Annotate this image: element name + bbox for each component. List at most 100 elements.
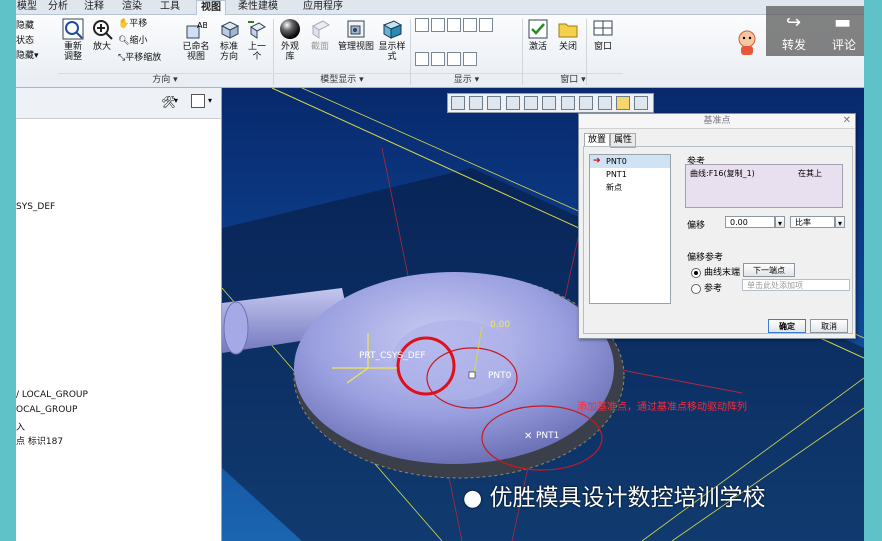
- tab-analysis[interactable]: 分析: [44, 0, 72, 14]
- pan-label: 平移: [129, 19, 148, 29]
- tab-model[interactable]: 模型: [16, 0, 38, 14]
- axis-display-icon[interactable]: [431, 18, 445, 32]
- csys-display-icon[interactable]: [463, 18, 477, 32]
- reference-collector[interactable]: 曲线:F16(复制_1) 在其上: [685, 164, 843, 208]
- cut-label-3[interactable]: 隐藏▾: [16, 50, 39, 62]
- csys-label: PRT_CSYS_DEF: [359, 351, 426, 361]
- axis-tag-icon[interactable]: [431, 52, 445, 66]
- datum-display-icon[interactable]: [598, 96, 612, 110]
- point-tag-icon[interactable]: [447, 52, 461, 66]
- repaint-icon[interactable]: [506, 96, 520, 110]
- windows-button[interactable]: 窗口: [591, 18, 615, 52]
- offset-input[interactable]: 0.00: [725, 216, 775, 228]
- cut-label-2[interactable]: 状态: [16, 35, 34, 47]
- point-item-new[interactable]: 新点: [590, 181, 670, 194]
- spin-center-icon[interactable]: [634, 96, 648, 110]
- forward-label[interactable]: 转发: [782, 36, 806, 53]
- display-toggles-row2: [415, 52, 479, 66]
- reference-value[interactable]: 曲线:F16(复制_1): [690, 168, 755, 179]
- perspective-icon[interactable]: [579, 96, 593, 110]
- display-style-button[interactable]: 显示样式: [378, 18, 406, 62]
- close-icon[interactable]: ✕: [843, 115, 851, 126]
- plane-display-icon[interactable]: [415, 18, 429, 32]
- radio-selected-icon[interactable]: [691, 267, 701, 278]
- manage-views-button[interactable]: 管理视图: [338, 18, 374, 52]
- point-list[interactable]: ➔ PNT0 PNT1 新点: [589, 154, 671, 304]
- chevron-down-icon[interactable]: ▾: [835, 216, 845, 228]
- plane-tag-icon[interactable]: [415, 52, 429, 66]
- tab-view[interactable]: 视图: [196, 0, 226, 15]
- offset-dimension-label[interactable]: 0.00: [490, 320, 510, 330]
- section-label: 截面: [310, 42, 329, 52]
- display-toggles-row1: [415, 18, 495, 32]
- tab-flexible-modeling[interactable]: 柔性建模: [232, 0, 284, 14]
- tab-placement[interactable]: 放置: [584, 133, 611, 147]
- activate-label: 激活: [528, 42, 547, 52]
- zoom-out-icon[interactable]: [487, 96, 501, 110]
- curve-end-option[interactable]: 曲线末端: [691, 265, 740, 278]
- standard-orientation-button[interactable]: 标准方向: [216, 18, 242, 62]
- activate-icon: [528, 19, 548, 39]
- tree-item[interactable]: OCAL_GROUP: [16, 405, 77, 415]
- radio-icon[interactable]: [691, 283, 701, 294]
- cancel-button[interactable]: 取消: [810, 319, 848, 333]
- appearance-gallery-button[interactable]: 外观库: [278, 18, 302, 62]
- offset-reference-label: 偏移参考: [687, 253, 724, 263]
- pnt0-label: PNT0: [488, 371, 512, 381]
- comment-label[interactable]: 评论: [832, 36, 856, 53]
- previous-view-button[interactable]: 上一个: [246, 18, 268, 62]
- tab-applications[interactable]: 应用程序: [298, 0, 348, 14]
- tab-tools[interactable]: 工具: [156, 0, 184, 14]
- section-icon: [312, 20, 330, 39]
- pan-icon: ✋: [118, 19, 130, 29]
- reference-option[interactable]: 参考: [691, 281, 722, 294]
- group-label-model-display[interactable]: 模型显示 ▾: [274, 73, 410, 87]
- chevron-down-icon[interactable]: ▾: [208, 96, 212, 105]
- tree-item[interactable]: 入: [16, 420, 25, 433]
- point-item-pnt0[interactable]: ➔ PNT0: [590, 155, 670, 168]
- saved-orientations-icon[interactable]: [542, 96, 556, 110]
- windows-label: 窗口: [593, 42, 612, 52]
- tree-item[interactable]: 点 标识187: [16, 434, 63, 447]
- group-label-orientation[interactable]: 方向 ▾: [58, 73, 272, 87]
- pan-button[interactable]: ✋平移: [118, 18, 147, 30]
- csys-tag-icon[interactable]: [463, 52, 477, 66]
- pan-zoom-button[interactable]: ⤡平移缩放: [118, 52, 161, 64]
- group-label-window[interactable]: 窗口 ▾: [523, 73, 623, 87]
- tree-item[interactable]: SYS_DEF: [16, 202, 55, 212]
- spin-center-icon[interactable]: [479, 18, 493, 32]
- reference-type[interactable]: 在其上: [798, 168, 822, 179]
- refit-icon[interactable]: [451, 96, 465, 110]
- chevron-down-icon[interactable]: ▾: [775, 216, 785, 228]
- point-item-pnt1[interactable]: PNT1: [590, 168, 670, 181]
- zoom-out-button[interactable]: 🔍︎缩小: [118, 35, 147, 47]
- zoom-in-button[interactable]: 放大: [90, 18, 114, 52]
- zoom-in-icon[interactable]: [469, 96, 483, 110]
- forward-icon[interactable]: ↪: [786, 12, 801, 33]
- svg-text:✕: ✕: [524, 431, 532, 442]
- group-label-show[interactable]: 显示 ▾: [411, 73, 522, 87]
- ok-button[interactable]: 确定: [768, 319, 806, 333]
- refit-button[interactable]: 重新调整: [60, 18, 86, 62]
- watermark: ● 优胜模具设计数控培训学校: [463, 485, 766, 511]
- tab-annotate[interactable]: 注释: [80, 0, 108, 14]
- activate-button[interactable]: 激活: [526, 18, 550, 52]
- annotation-display-icon[interactable]: [616, 96, 630, 110]
- display-style-icon[interactable]: [524, 96, 538, 110]
- show-menu-icon[interactable]: [191, 94, 205, 108]
- tree-item[interactable]: / LOCAL_GROUP: [16, 390, 88, 400]
- close-window-button[interactable]: 关闭: [556, 18, 580, 52]
- point-display-icon[interactable]: [447, 18, 461, 32]
- next-end-button[interactable]: 下一端点: [743, 263, 795, 277]
- click-add-collector[interactable]: 单击此处添加项: [742, 279, 850, 291]
- cut-label-1[interactable]: 隐藏: [16, 20, 34, 32]
- mascot-icon: [736, 30, 758, 56]
- windows-icon: [593, 20, 613, 36]
- comment-icon[interactable]: ▬: [834, 12, 851, 33]
- chevron-down-icon[interactable]: ▾: [174, 96, 178, 105]
- section-button[interactable]: 截面: [308, 18, 332, 52]
- tab-render[interactable]: 渲染: [118, 0, 146, 14]
- offset-mode-select[interactable]: 比率: [790, 216, 835, 228]
- view-manager-icon[interactable]: [561, 96, 575, 110]
- named-views-button[interactable]: AB 已命名视图: [182, 18, 210, 62]
